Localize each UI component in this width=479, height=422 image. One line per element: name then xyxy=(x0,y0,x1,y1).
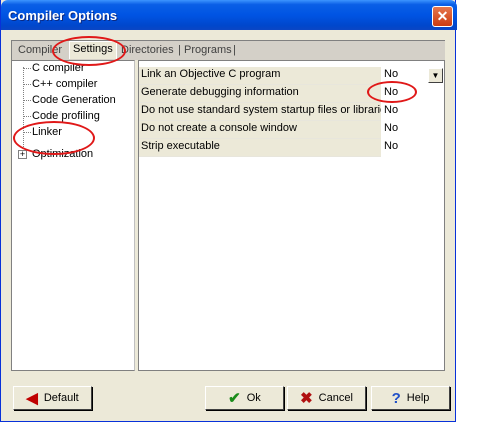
cancel-button[interactable]: ✖ Cancel xyxy=(287,386,366,410)
ok-button[interactable]: ✔ Ok xyxy=(205,386,284,410)
tree-connector xyxy=(23,132,31,133)
property-row[interactable]: Generate debugging information No xyxy=(139,85,444,103)
category-tree[interactable]: C compiler C++ compiler Code Generation … xyxy=(11,60,135,371)
property-row[interactable]: Strip executable No xyxy=(139,139,444,157)
property-row[interactable]: Link an Objective C program No ▼ xyxy=(139,67,444,85)
property-name: Generate debugging information xyxy=(139,85,381,103)
tree-item-optimization[interactable]: Optimization xyxy=(32,148,93,162)
tree-connector xyxy=(23,68,31,69)
property-grid: Link an Objective C program No ▼ Generat… xyxy=(138,60,445,371)
check-icon: ✔ xyxy=(228,390,241,407)
x-icon: ✖ xyxy=(300,390,313,407)
property-row[interactable]: Do not create a console window No xyxy=(139,121,444,139)
property-name: Do not create a console window xyxy=(139,121,381,139)
help-button[interactable]: ? Help xyxy=(371,386,450,410)
property-value[interactable]: No xyxy=(382,103,440,121)
chevron-down-icon[interactable]: ▼ xyxy=(428,68,443,83)
tree-item-c-compiler[interactable]: C compiler xyxy=(32,62,85,76)
compiler-options-window: Compiler Options ✕ Compiler Settings Dir… xyxy=(0,0,457,422)
help-icon: ? xyxy=(391,389,401,407)
cancel-button-label: Cancel xyxy=(318,392,353,404)
tree-item-linker[interactable]: Linker xyxy=(32,126,62,140)
ok-button-label: Ok xyxy=(246,392,261,404)
window-title: Compiler Options xyxy=(8,8,118,23)
close-button[interactable]: ✕ xyxy=(432,6,453,27)
close-icon: ✕ xyxy=(436,8,449,24)
tab-compiler[interactable]: Compiler xyxy=(18,44,62,58)
tree-connector xyxy=(23,84,31,85)
property-value[interactable]: No xyxy=(382,139,440,157)
default-button[interactable]: ◀ Default xyxy=(13,386,92,410)
options-content: C compiler C++ compiler Code Generation … xyxy=(11,60,445,371)
tree-item-code-generation[interactable]: Code Generation xyxy=(32,94,116,108)
tab-programs[interactable]: Programs xyxy=(184,44,232,58)
tree-item-code-profiling[interactable]: Code profiling xyxy=(32,110,100,124)
expand-icon[interactable]: + xyxy=(18,150,27,159)
tree-connector xyxy=(23,116,31,117)
default-button-label: Default xyxy=(43,392,79,404)
property-row[interactable]: Do not use standard system startup files… xyxy=(139,103,444,121)
tree-connector xyxy=(23,67,24,155)
tab-separator: | xyxy=(178,44,181,56)
property-name: Do not use standard system startup files… xyxy=(139,103,381,121)
help-button-label: Help xyxy=(406,392,430,404)
property-value[interactable]: No xyxy=(382,121,440,139)
title-bar[interactable]: Compiler Options ✕ xyxy=(1,0,457,30)
tree-connector xyxy=(23,100,31,101)
tab-settings[interactable]: Settings xyxy=(69,41,117,59)
property-value[interactable]: No xyxy=(382,85,440,103)
tab-directories[interactable]: Directories xyxy=(121,44,174,58)
tree-item-cpp-compiler[interactable]: C++ compiler xyxy=(32,78,97,92)
tab-strip: Compiler Settings Directories | Programs… xyxy=(11,40,445,60)
property-name: Link an Objective C program xyxy=(139,67,381,85)
arrow-left-icon: ◀ xyxy=(26,390,38,407)
tab-separator: | xyxy=(233,44,236,56)
property-name: Strip executable xyxy=(139,139,381,157)
